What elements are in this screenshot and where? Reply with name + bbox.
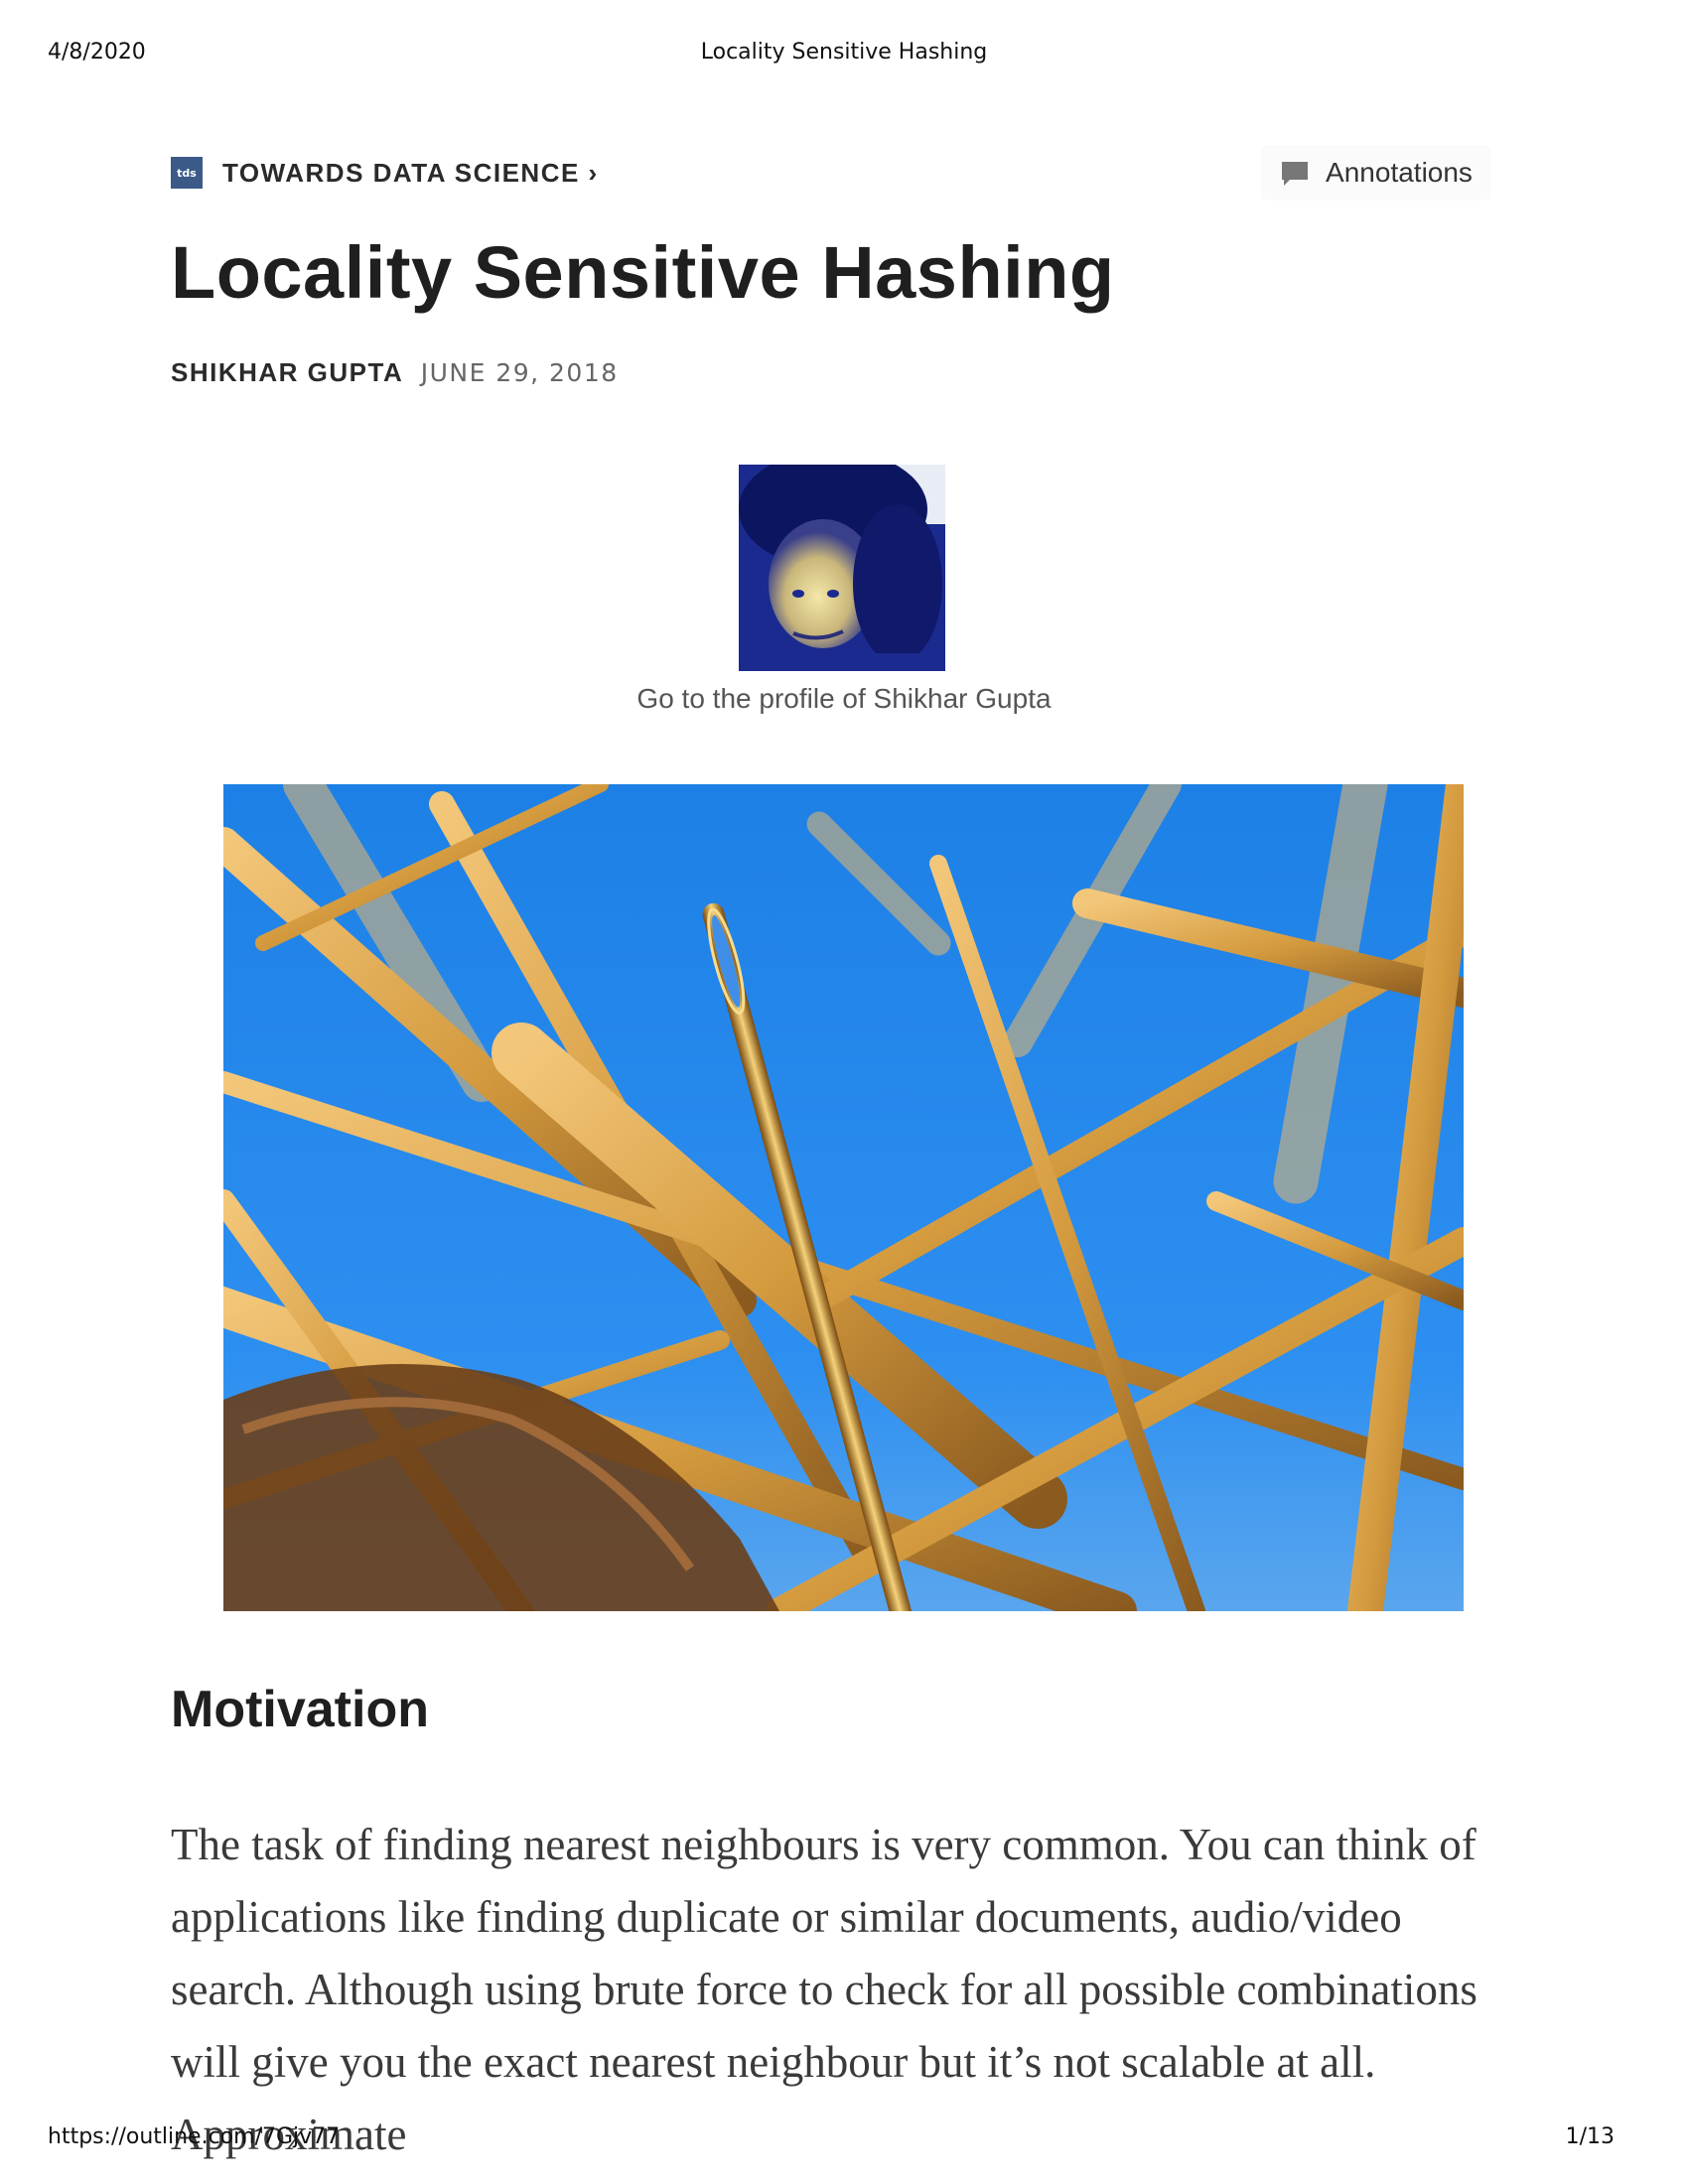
section-heading: Motivation xyxy=(171,1681,429,1738)
author-name[interactable]: SHIKHAR GUPTA xyxy=(171,357,403,387)
publication-logo[interactable]: tds xyxy=(171,157,203,189)
annotations-label: Annotations xyxy=(1326,157,1473,188)
hero-image xyxy=(223,784,1464,1611)
comment-icon xyxy=(1280,158,1310,188)
annotations-button[interactable]: Annotations xyxy=(1261,145,1491,201)
print-page-number: 1/13 xyxy=(1565,2124,1615,2149)
author-avatar[interactable] xyxy=(739,465,945,671)
print-url: https://outline.com/7Gjv77 xyxy=(48,2124,341,2149)
body-paragraph: The task of finding nearest neighbours i… xyxy=(171,1820,1477,2159)
publication-header: tds TOWARDS DATA SCIENCE › xyxy=(171,157,599,189)
avatar-caption[interactable]: Go to the profile of Shikhar Gupta xyxy=(0,683,1688,715)
publication-link[interactable]: TOWARDS DATA SCIENCE › xyxy=(222,158,599,189)
print-title: Locality Sensitive Hashing xyxy=(700,40,988,65)
article-title: Locality Sensitive Hashing xyxy=(171,231,1115,314)
publish-date: JUNE 29, 2018 xyxy=(420,358,619,387)
byline: SHIKHAR GUPTA JUNE 29, 2018 xyxy=(171,357,619,388)
